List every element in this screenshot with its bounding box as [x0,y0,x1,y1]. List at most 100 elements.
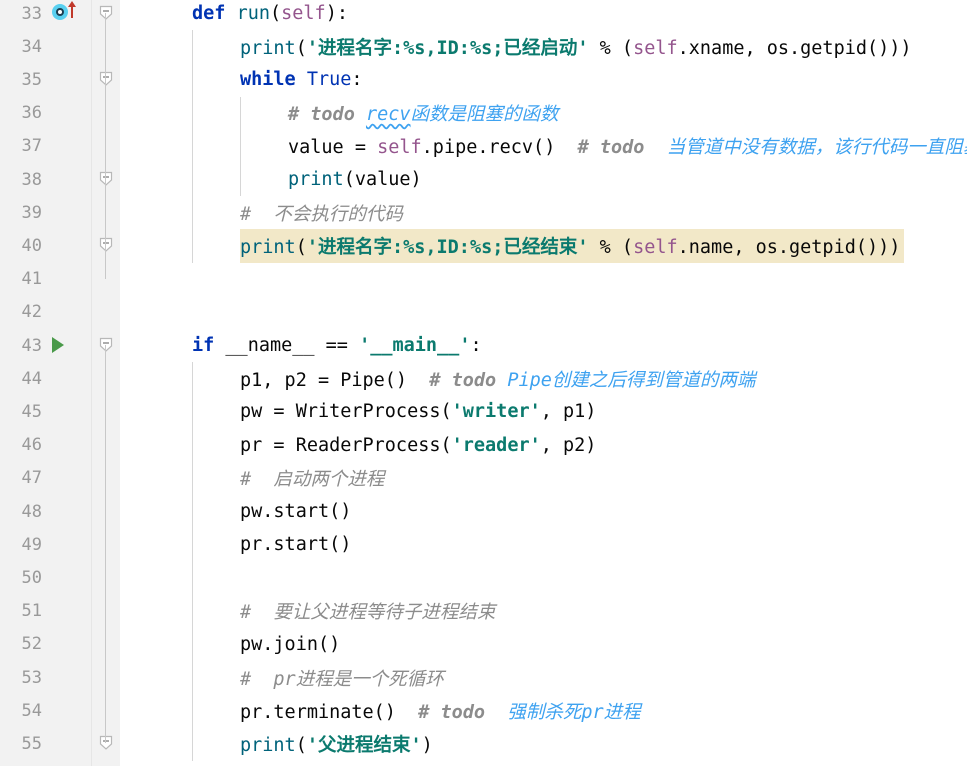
gutter-icon-slot[interactable] [46,97,90,130]
gutter-row[interactable]: 45 [0,395,92,428]
fold-collapse-icon[interactable] [98,5,114,21]
gutter-icon-slot[interactable] [46,130,90,163]
code-line[interactable]: pw = WriterProcess('writer', p1) [120,395,967,428]
gutter-icon-slot[interactable] [46,0,90,30]
code-line[interactable]: # 不会执行的代码 [120,196,967,229]
code-line[interactable]: pr.start() [120,528,967,561]
code-token: pr [262,668,296,690]
code-line-text: pr = ReaderProcess('reader', p2) [240,435,596,456]
code-folding-rail[interactable] [92,0,120,766]
gutter-icon-slot[interactable] [46,528,90,561]
code-line[interactable]: pr = ReaderProcess('reader', p2) [120,429,967,462]
code-token: : [470,335,482,357]
gutter-icon-slot[interactable] [46,495,90,528]
code-line-text: print('父进程结束') [240,731,433,757]
code-line-text: # 不会执行的代码 [240,200,403,226]
fold-collapse-icon[interactable] [98,171,114,187]
gutter-icon-slot[interactable] [46,196,90,229]
gutter-row[interactable]: 43 [0,329,92,362]
gutter-icon-slot[interactable] [46,63,90,96]
code-line[interactable]: pr.terminate() # todo 强制杀死pr进程 [120,694,967,727]
code-line[interactable]: print('进程名字:%s,ID:%s;已经结束' % (self.name,… [120,229,967,262]
code-line[interactable]: print('父进程结束') [120,727,967,760]
code-token: pr = ReaderProcess( [240,434,452,456]
gutter-row[interactable]: 33 [0,0,92,30]
code-line-text: if __name__ == '__main__': [192,335,482,356]
gutter-icon-slot[interactable] [46,595,90,628]
gutter-icon-slot[interactable] [46,362,90,395]
code-line[interactable]: print('进程名字:%s,ID:%s;已经启动' % (self.xname… [120,30,967,63]
code-line[interactable]: # todo recv函数是阻塞的函数 [120,97,967,130]
gutter-icon-slot[interactable] [46,628,90,661]
gutter-row[interactable]: 46 [0,429,92,462]
code-line[interactable]: while True: [120,63,967,96]
gutter-row[interactable]: 38 [0,163,92,196]
code-line[interactable] [120,561,967,594]
code-token: run [236,3,270,25]
line-number: 54 [21,700,42,721]
code-line[interactable]: if __name__ == '__main__': [120,329,967,362]
gutter-row[interactable]: 52 [0,628,92,661]
gutter-icon-slot[interactable] [46,429,90,462]
code-token: 进程名字:%s,ID:%s;已经启动 [317,37,578,59]
fold-collapse-icon[interactable] [98,337,114,353]
fold-collapse-icon[interactable] [98,237,114,253]
gutter-icon-slot[interactable] [46,229,90,262]
code-content-area[interactable]: def run(self): print('进程名字:%s,ID:%s;已经启动'… [120,0,967,766]
gutter-row[interactable]: 49 [0,528,92,561]
gutter-row[interactable]: 35 [0,63,92,96]
fold-collapse-icon[interactable] [98,71,114,87]
code-line[interactable]: # pr进程是一个死循环 [120,661,967,694]
gutter-icon-slot[interactable] [46,263,90,296]
gutter-icon-slot[interactable] [46,163,90,196]
gutter-icon-slot[interactable] [46,727,90,760]
code-line[interactable]: pw.start() [120,495,967,528]
code-line[interactable]: # 启动两个进程 [120,462,967,495]
fold-collapse-icon[interactable] [98,735,114,751]
gutter-icon-slot[interactable] [46,694,90,727]
code-line[interactable]: value = self.pipe.recv() # todo 当管道中没有数据… [120,130,967,163]
gutter-row[interactable]: 55 [0,727,92,760]
code-token: print [240,734,296,756]
gutter-icon-slot[interactable] [46,329,90,362]
run-play-icon[interactable] [52,337,64,354]
gutter-icon-slot[interactable] [46,561,90,594]
gutter-row[interactable]: 42 [0,296,92,329]
code-line[interactable]: def run(self): [120,0,967,30]
code-line[interactable]: pw.join() [120,628,967,661]
gutter-row[interactable]: 37 [0,130,92,163]
gutter-row[interactable]: 36 [0,97,92,130]
gutter-icon-slot[interactable] [46,661,90,694]
gutter-row[interactable]: 51 [0,595,92,628]
code-token: .pipe.recv() [421,137,556,159]
code-token: if [192,335,226,357]
line-number: 41 [21,269,42,290]
editor-gutter[interactable]: 33 34 35 36 37 38 39 40 41 42 43 44 45 46 47 48 49 50 51 52… [0,0,92,766]
code-line[interactable] [120,263,967,296]
gutter-row[interactable]: 40 [0,229,92,262]
line-number: 37 [21,136,42,157]
arrow-up-icon[interactable] [67,0,77,19]
code-editor[interactable]: 33 34 35 36 37 38 39 40 41 42 43 44 45 46 47 48 49 50 51 52… [0,0,967,766]
gutter-row[interactable]: 44 [0,362,92,395]
gutter-row[interactable]: 41 [0,263,92,296]
gutter-icon-slot[interactable] [46,395,90,428]
code-token: 创建之后得到管道的两端 [551,369,756,391]
gutter-icon-slot[interactable] [46,296,90,329]
gutter-row[interactable]: 50 [0,561,92,594]
code-token: # [395,701,441,723]
gutter-row[interactable]: 39 [0,196,92,229]
gutter-row[interactable]: 34 [0,30,92,63]
override-method-icon[interactable] [52,4,68,21]
code-token: # [555,137,600,159]
code-line[interactable]: # 要让父进程等待子进程结束 [120,595,967,628]
code-line[interactable] [120,296,967,329]
code-line[interactable]: print(value) [120,163,967,196]
gutter-row[interactable]: 47 [0,462,92,495]
code-line[interactable]: p1, p2 = Pipe() # todo Pipe创建之后得到管道的两端 [120,362,967,395]
gutter-row[interactable]: 53 [0,661,92,694]
gutter-row[interactable]: 48 [0,495,92,528]
gutter-row[interactable]: 54 [0,694,92,727]
gutter-icon-slot[interactable] [46,30,90,63]
gutter-icon-slot[interactable] [46,462,90,495]
